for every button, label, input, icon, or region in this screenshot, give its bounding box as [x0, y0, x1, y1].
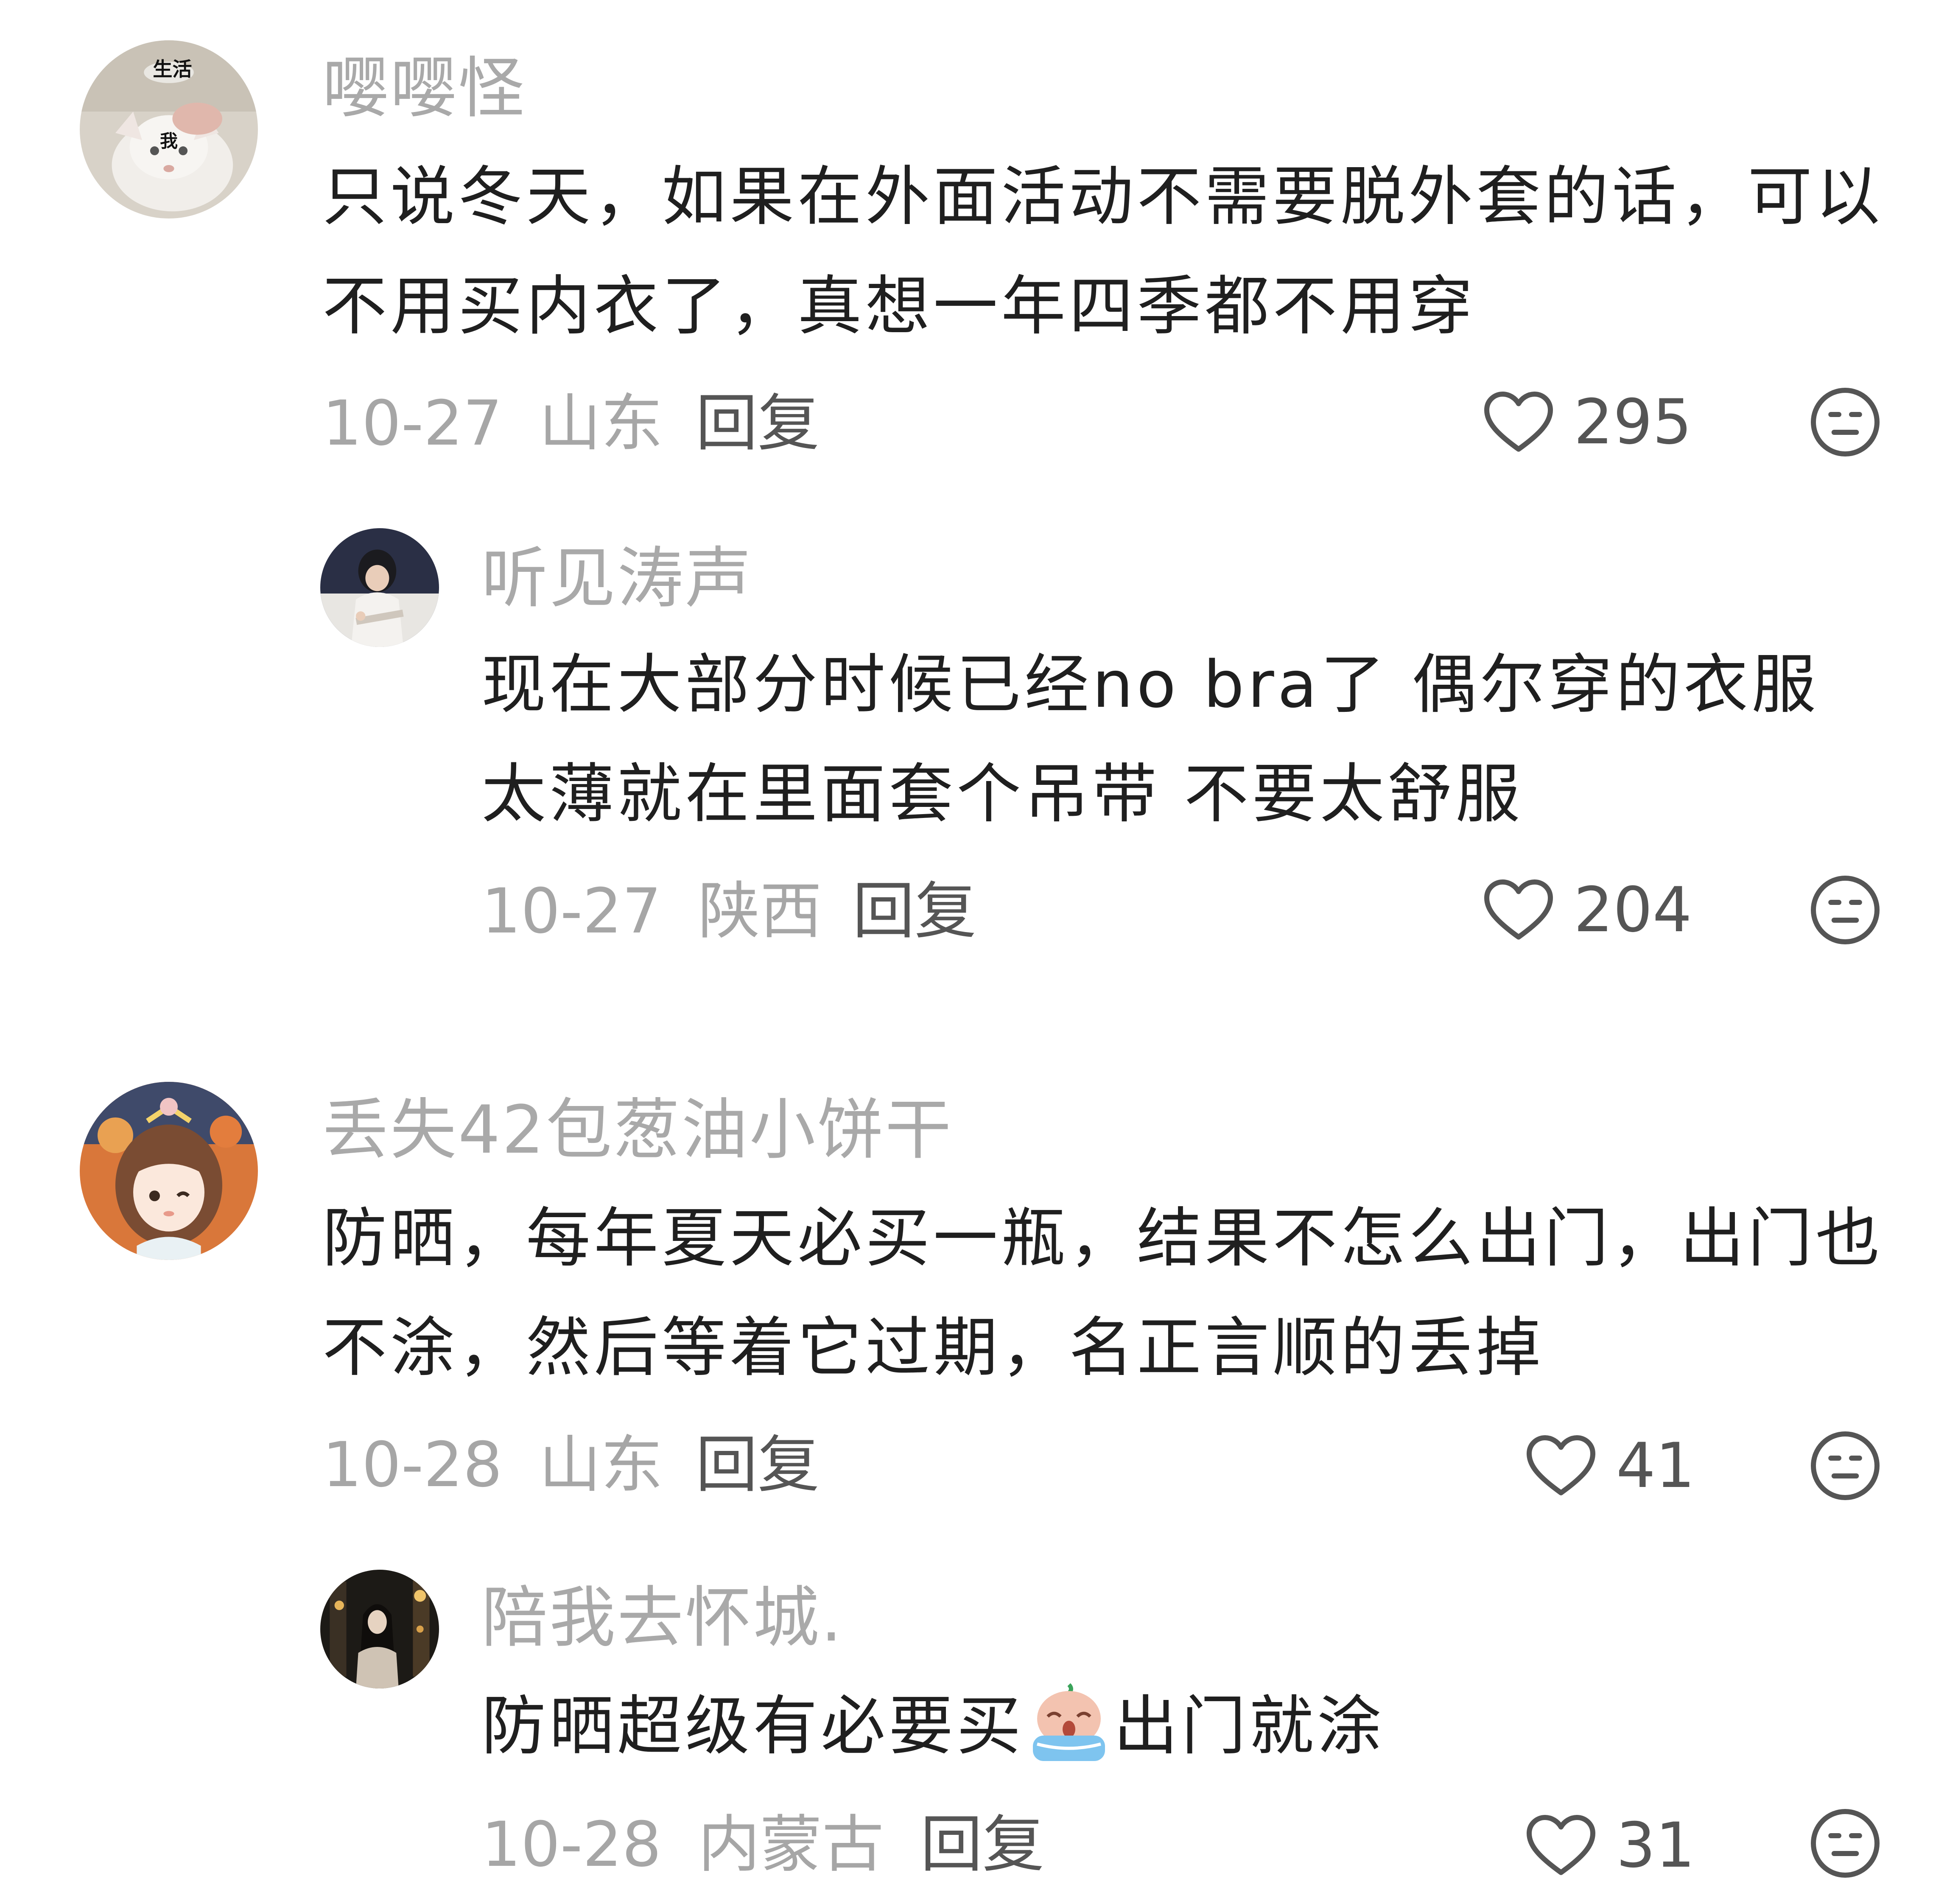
like-button[interactable]: 295: [1480, 384, 1692, 460]
avatar[interactable]: [80, 1082, 258, 1260]
comment-location: 陕西: [698, 875, 822, 947]
like-count: 204: [1574, 874, 1692, 946]
svg-text:我: 我: [160, 131, 178, 151]
username[interactable]: 听见涛声: [481, 545, 753, 611]
comment-date: 10-27: [481, 875, 662, 947]
comment-date: 10-28: [481, 1809, 662, 1881]
comment-date: 10-28: [322, 1429, 503, 1501]
crying-emoji-icon: [1024, 1680, 1113, 1765]
avatar[interactable]: [320, 528, 439, 647]
neutral-face-icon: [1811, 388, 1880, 456]
comment-text-part: 出门就涂: [1113, 1688, 1385, 1764]
reply-button[interactable]: 回复: [853, 880, 976, 942]
anime-girl-avatar-icon: [80, 1082, 258, 1260]
comment-text: 防晒，每年夏天必买一瓶，结果不怎么出门，出门也不涂，然后等着它过期，名正言顺的丢…: [322, 1201, 1883, 1385]
dislike-button[interactable]: [1807, 872, 1883, 948]
dislike-button[interactable]: [1807, 1428, 1883, 1504]
comment-text: 只说冬天，如果在外面活动不需要脱外套的话，可以不用买内衣了，真想一年四季都不用穿: [322, 159, 1883, 344]
comment-text: 防晒超级有必要买 出门就涂: [481, 1672, 1881, 1781]
like-button[interactable]: 41: [1523, 1428, 1695, 1504]
comment-date: 10-27: [322, 387, 503, 459]
reply-button[interactable]: 回复: [696, 1434, 820, 1496]
neutral-face-icon: [1811, 876, 1880, 944]
like-count: 31: [1616, 1809, 1695, 1882]
like-button[interactable]: 31: [1523, 1807, 1695, 1884]
heart-outline-icon: [1484, 392, 1553, 452]
neutral-face-icon: [1811, 1809, 1880, 1878]
heart-outline-icon: [1484, 879, 1553, 940]
reply-button[interactable]: 回复: [696, 392, 820, 454]
night-street-avatar-icon: [320, 1570, 439, 1688]
comment-text-part: 防晒超级有必要买: [481, 1688, 1024, 1764]
like-button[interactable]: 204: [1480, 872, 1692, 948]
dislike-button[interactable]: [1807, 1805, 1883, 1882]
comment-location: 山东: [539, 1429, 663, 1501]
comment-date-location: 10-27 山东: [322, 392, 663, 454]
person-writing-avatar-icon: [320, 528, 439, 647]
comment-date-location: 10-27 陕西: [481, 880, 822, 942]
username[interactable]: 丢失42包葱油小饼干: [322, 1097, 953, 1163]
dislike-button[interactable]: [1807, 384, 1883, 460]
cat-avatar-icon: 生活 我: [80, 40, 258, 218]
avatar[interactable]: 生活 我: [80, 40, 258, 218]
comment-location: 内蒙古: [698, 1809, 884, 1881]
like-count: 41: [1616, 1430, 1695, 1502]
heart-outline-icon: [1527, 1435, 1595, 1495]
comment-location: 山东: [539, 387, 663, 459]
avatar[interactable]: [320, 1570, 439, 1688]
svg-text:生活: 生活: [153, 58, 192, 81]
comment-text: 现在大部分时候已经no bra了 偶尔穿的衣服太薄就在里面套个吊带 不要太舒服: [481, 647, 1820, 832]
heart-outline-icon: [1527, 1815, 1595, 1875]
neutral-face-icon: [1811, 1431, 1880, 1500]
username[interactable]: 嘤嘤怪: [322, 55, 526, 121]
comment-date-location: 10-28 内蒙古: [481, 1814, 884, 1876]
reply-button[interactable]: 回复: [920, 1814, 1044, 1876]
username[interactable]: 陪我去怀城.: [481, 1585, 844, 1651]
comment-date-location: 10-28 山东: [322, 1434, 663, 1496]
like-count: 295: [1574, 386, 1692, 458]
